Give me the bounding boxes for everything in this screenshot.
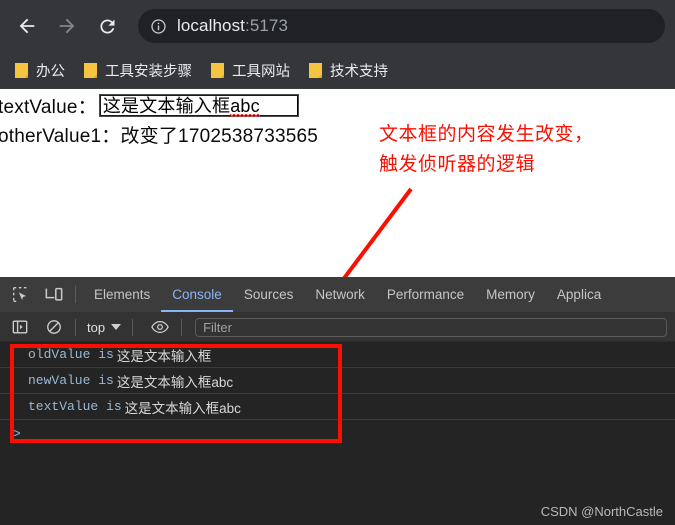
other-value-row: otherValue1：改变了1702538733565: [0, 126, 319, 147]
text-input[interactable]: 这是文本输入框abc: [98, 94, 299, 117]
clear-console-icon: [47, 320, 61, 334]
arrow-left-icon: [19, 18, 35, 34]
screenshot-root: localhost:5173 办公 工具安装步骤 工具网站 技术支持 textV…: [0, 0, 675, 525]
device-toolbar-icon: [45, 287, 63, 301]
console-log-area: oldValue is 这是文本输入框 newValue is 这是文本输入框a…: [0, 342, 675, 525]
tab-network[interactable]: Network: [304, 277, 376, 312]
console-log-key: oldValue is: [28, 347, 114, 362]
text-input-typed: 这是文本输入框: [102, 96, 231, 116]
console-log-value: 这是文本输入框abc: [116, 374, 234, 390]
live-expression-button[interactable]: [146, 313, 174, 341]
tab-application[interactable]: Applica: [546, 277, 612, 312]
address-bar[interactable]: localhost:5173: [138, 9, 665, 43]
inspect-element-button[interactable]: [6, 281, 34, 309]
devtools-tabbar: Elements Console Sources Network Perform…: [0, 277, 675, 313]
reload-icon: [99, 19, 114, 34]
bookmark-label: 技术支持: [330, 63, 388, 80]
console-toolbar: top: [0, 313, 675, 342]
text-input-value: 这是文本输入框abc: [103, 96, 260, 116]
sidebar-toggle-icon: [12, 320, 28, 334]
console-context-label: top: [87, 319, 106, 335]
web-page-viewport: textValue： 这是文本输入框abc otherValue1：改变了170…: [0, 89, 675, 277]
folder-icon: [211, 62, 224, 78]
url-host: localhost: [177, 16, 245, 35]
console-log-key: textValue is: [28, 399, 122, 414]
console-toolbar-divider-1: [75, 318, 76, 336]
folder-icon: [84, 62, 97, 78]
reload-button[interactable]: [90, 9, 124, 43]
console-context-selector[interactable]: top: [83, 320, 125, 335]
browser-toolbar: localhost:5173: [0, 0, 675, 52]
console-toolbar-divider-3: [181, 318, 183, 336]
console-sidebar-toggle-button[interactable]: [6, 313, 34, 341]
bookmark-item-0[interactable]: 办公: [14, 60, 65, 81]
console-filter-input[interactable]: [195, 317, 667, 337]
bookmarks-bar: 办公 工具安装步骤 工具网站 技术支持: [0, 52, 675, 89]
watermark: CSDN @NorthCastle: [540, 504, 663, 519]
back-button[interactable]: [10, 9, 44, 43]
bookmark-label: 办公: [36, 63, 65, 80]
bookmark-item-3[interactable]: 技术支持: [308, 60, 388, 81]
text-value-row: textValue： 这是文本输入框abc: [0, 92, 299, 119]
annotation-text: 文本框的内容发生改变， 触发侦听器的逻辑: [379, 124, 594, 175]
console-log-value: 这是文本输入框: [116, 348, 212, 364]
bookmark-item-1[interactable]: 工具安装步骤: [83, 60, 192, 81]
tab-elements[interactable]: Elements: [83, 277, 161, 312]
live-expression-eye-icon: [151, 320, 169, 334]
devtools-panel: Elements Console Sources Network Perform…: [0, 277, 675, 525]
console-log-row[interactable]: newValue is 这是文本输入框abc: [0, 368, 675, 394]
folder-icon: [309, 62, 322, 78]
bookmark-label: 工具网站: [232, 63, 290, 80]
console-log-value: 这是文本输入框abc: [124, 400, 241, 416]
info-circle-icon[interactable]: [150, 18, 167, 35]
text-caret: [296, 98, 299, 115]
bookmark-label: 工具安装步骤: [105, 63, 192, 80]
console-log-row[interactable]: textValue is 这是文本输入框abc: [0, 394, 675, 420]
forward-button[interactable]: [50, 9, 84, 43]
url-port: :5173: [245, 16, 289, 35]
chevron-down-icon: [111, 324, 122, 330]
console-log-key: newValue is: [28, 373, 114, 388]
toolbar-divider: [75, 286, 76, 303]
clear-console-button[interactable]: [40, 313, 68, 341]
address-bar-url: localhost:5173: [177, 16, 288, 36]
console-toolbar-divider-2: [132, 318, 134, 336]
tab-sources[interactable]: Sources: [233, 277, 305, 312]
tab-performance[interactable]: Performance: [376, 277, 475, 312]
console-log-row[interactable]: oldValue is 这是文本输入框: [0, 342, 675, 368]
tab-memory[interactable]: Memory: [475, 277, 546, 312]
device-toolbar-button[interactable]: [40, 281, 68, 309]
tab-console[interactable]: Console: [161, 277, 233, 312]
folder-icon: [15, 62, 28, 78]
text-value-label: textValue：: [0, 97, 97, 118]
console-prompt[interactable]: >: [0, 420, 675, 446]
inspect-element-icon: [12, 287, 27, 302]
console-prompt-chevron-icon: >: [12, 424, 21, 442]
arrow-right-icon: [59, 18, 75, 34]
text-input-misspelled-word: abc: [230, 96, 260, 116]
bookmark-item-2[interactable]: 工具网站: [210, 60, 290, 81]
